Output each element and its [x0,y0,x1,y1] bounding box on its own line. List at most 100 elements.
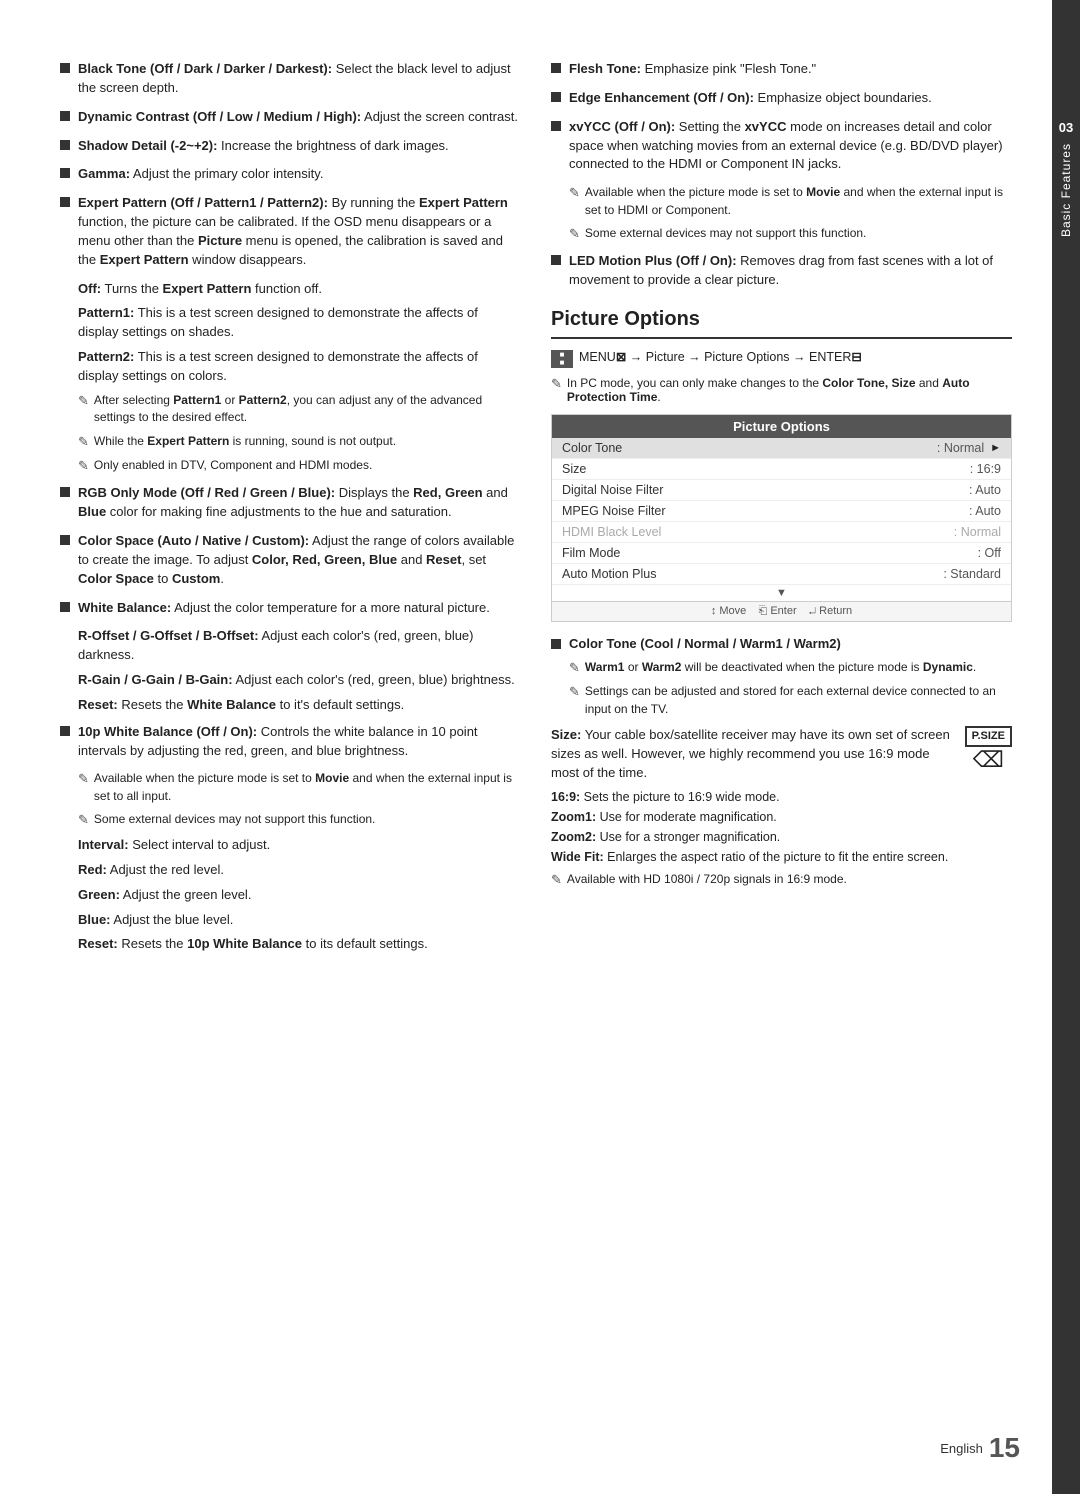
size-section: Size: Your cable box/satellite receiver … [551,726,1012,895]
picture-options-box: Picture Options Color Tone : Normal ► Si… [551,414,1012,622]
item-bold: Shadow Detail (-2~+2): [78,138,217,153]
sidebar-label: Basic Features [1059,143,1073,237]
picture-options-row-amp: Auto Motion Plus : Standard [552,564,1011,585]
picture-options-header: Picture Options [552,415,1011,438]
bullet-icon [60,168,70,178]
bullet-icon [60,535,70,545]
item-bold: Dynamic Contrast (Off / Low / Medium / H… [78,109,361,124]
po-value: : Auto [969,504,1001,518]
left-bullet-list-2: RGB Only Mode (Off / Red / Green / Blue)… [60,484,521,617]
picture-options-row-dnf: Digital Noise Filter : Auto [552,480,1011,501]
bullet-icon [551,63,561,73]
left-bullet-list-3: 10p White Balance (Off / On): Controls t… [60,723,521,761]
list-item: Shadow Detail (-2~+2): Increase the brig… [60,137,521,156]
note-icon: ✎ [569,225,580,244]
list-item: Gamma: Adjust the primary color intensit… [60,165,521,184]
item-bold: Expert Pattern (Off / Pattern1 / Pattern… [78,195,328,210]
list-item: xvYCC (Off / On): Setting the xvYCC mode… [551,118,1012,175]
po-more: ▼ [552,585,1011,601]
color-tone-item: Color Tone (Cool / Normal / Warm1 / Warm… [551,636,1012,651]
page-number: 15 [989,1432,1020,1464]
list-item: White Balance: Adjust the color temperat… [60,599,521,618]
list-item: RGB Only Mode (Off / Red / Green / Blue)… [60,484,521,522]
picture-options-row-hdmi: HDMI Black Level: Normal [552,522,1011,543]
warm-note: ✎ Warm1 or Warm2 will be deactivated whe… [569,659,1012,678]
po-label: Color Tone [562,441,937,455]
page-footer: English 15 [940,1432,1020,1464]
note-icon: ✎ [551,376,562,392]
sidebar-number: 03 [1059,120,1073,135]
expert-pattern2: Pattern2: This is a test screen designed… [78,348,521,386]
note-icon: ✎ [569,683,580,702]
list-item: LED Motion Plus (Off / On): Removes drag… [551,252,1012,290]
item-bold: Black Tone (Off / Dark / Darker / Darkes… [78,61,332,76]
zoom-items: 16:9: Sets the picture to 16:9 wide mode… [551,787,1012,867]
po-label: Auto Motion Plus [562,567,943,581]
wb-reset: Reset: Resets the White Balance to it's … [78,696,521,715]
note-icon: ✎ [78,433,89,452]
po-value: : Auto [969,483,1001,497]
10p-note-1: ✎ Available when the picture mode is set… [78,770,521,805]
expert-note-1: ✎ After selecting Pattern1 or Pattern2, … [78,392,521,427]
item-text: Adjust the primary color intensity. [130,166,323,181]
expert-pattern1: Pattern1: This is a test screen designed… [78,304,521,342]
bullet-icon [551,639,561,649]
list-item: 10p White Balance (Off / On): Controls t… [60,723,521,761]
list-item: Expert Pattern (Off / Pattern1 / Pattern… [60,194,521,269]
picture-options-row-film: Film Mode : Off [552,543,1011,564]
bullet-icon [60,111,70,121]
po-value: : Standard [943,567,1001,581]
list-item: Black Tone (Off / Dark / Darker / Darkes… [60,60,521,98]
bullet-icon [60,140,70,150]
picture-options-row-mpeg: MPEG Noise Filter : Auto [552,501,1011,522]
xvycc-note-1: ✎ Available when the picture mode is set… [569,184,1012,219]
po-label: Digital Noise Filter [562,483,969,497]
psize-badge: P.SIZE ⌫ [965,726,1012,773]
expert-note-2: ✎ While the Expert Pattern is running, s… [78,433,521,452]
10p-note-2: ✎ Some external devices may not support … [78,811,521,830]
picture-options-row-colortone: Color Tone : Normal ► [552,438,1011,459]
right-bullet-list-2: LED Motion Plus (Off / On): Removes drag… [551,252,1012,290]
reset-item: Reset: Resets the 10p White Balance to i… [78,935,521,954]
po-footer: ↕ Move ⎗ Enter ↵ Return [552,601,1011,621]
note-icon: ✎ [78,770,89,789]
left-bullet-list: Black Tone (Off / Dark / Darker / Darkes… [60,60,521,270]
item-bold: Gamma: [78,166,130,181]
blue-item: Blue: Adjust the blue level. [78,911,521,930]
bullet-icon [60,726,70,736]
section-title: Picture Options [551,308,1012,339]
po-arrow: ► [990,442,1001,454]
settings-note: ✎ Settings can be adjusted and stored fo… [569,683,1012,718]
po-value: : Normal [937,441,984,455]
po-label: Film Mode [562,546,978,560]
expert-note-3: ✎ Only enabled in DTV, Component and HDM… [78,457,521,476]
in-pc-note: ✎ In PC mode, you can only make changes … [551,376,1012,404]
po-value: : Off [978,546,1001,560]
po-value: : Normal [954,525,1001,539]
bullet-icon [60,197,70,207]
bullet-icon [60,487,70,497]
size-note: ✎ Available with HD 1080i / 720p signals… [551,871,1012,890]
note-icon: ✎ [569,184,580,203]
wb-rgain: R-Gain / G-Gain / B-Gain: Adjust each co… [78,671,521,690]
interval-item: Interval: Select interval to adjust. [78,836,521,855]
right-column: Flesh Tone: Emphasize pink "Flesh Tone."… [551,60,1012,1434]
bullet-icon [551,121,561,131]
list-item: Edge Enhancement (Off / On): Emphasize o… [551,89,1012,108]
bullet-icon [60,63,70,73]
note-icon: ✎ [78,811,89,830]
item-text: Adjust the screen contrast. [361,109,518,124]
green-item: Green: Adjust the green level. [78,886,521,905]
expert-off: Off: Turns the Expert Pattern function o… [78,280,521,299]
list-item: Flesh Tone: Emphasize pink "Flesh Tone." [551,60,1012,79]
picture-options-row-size: Size : 16:9 [552,459,1011,480]
menu-path: ■■ MENU⊠ → Picture → Picture Options → E… [551,349,1012,368]
bullet-icon [551,255,561,265]
po-label: MPEG Noise Filter [562,504,969,518]
item-text: Increase the brightness of dark images. [217,138,448,153]
po-label: Size [562,462,970,476]
bullet-icon [551,92,561,102]
xvycc-note-2: ✎ Some external devices may not support … [569,225,1012,244]
red-item: Red: Adjust the red level. [78,861,521,880]
bullet-icon [60,602,70,612]
